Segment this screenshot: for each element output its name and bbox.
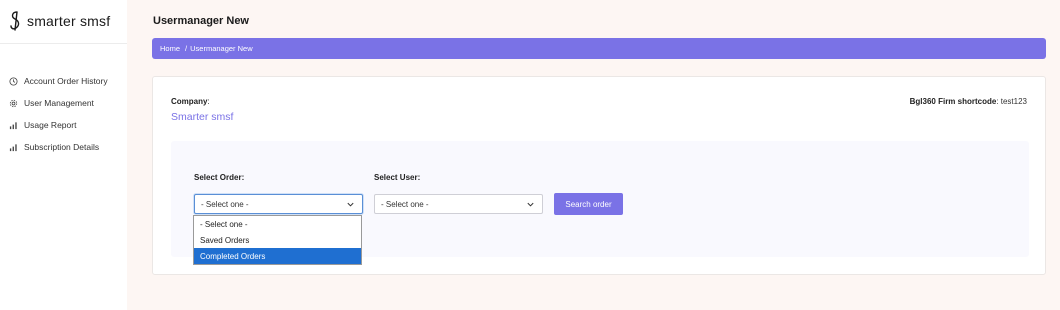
clock-icon	[9, 76, 18, 86]
sidebar-item-label: Usage Report	[24, 120, 77, 130]
chevron-down-icon	[527, 202, 534, 207]
chevron-down-icon	[347, 202, 354, 207]
company-name: Smarter smsf	[171, 111, 234, 123]
sidebar-item-account-order-history[interactable]: Account Order History	[9, 70, 108, 92]
gear-icon	[9, 99, 18, 107]
breadcrumb: Home / Usermanager New	[152, 38, 1046, 59]
brand-logo[interactable]: smarter smsf	[8, 10, 110, 32]
select-user-value: - Select one -	[381, 199, 429, 209]
select-user-label: Select User:	[374, 173, 421, 182]
dropdown-option-completed-orders[interactable]: Completed Orders	[194, 248, 361, 264]
sidebar-item-usage-report[interactable]: Usage Report	[9, 114, 108, 136]
select-user-dropdown[interactable]: - Select one -	[374, 194, 543, 214]
dropdown-option-select-one[interactable]: - Select one -	[194, 216, 361, 232]
search-order-button[interactable]: Search order	[554, 193, 623, 215]
sidebar-item-label: User Management	[24, 98, 94, 108]
sidebar-item-subscription-details[interactable]: Subscription Details	[9, 136, 108, 158]
bar-chart-icon	[9, 143, 17, 151]
breadcrumb-home-link[interactable]: Home	[160, 44, 180, 53]
breadcrumb-current: Usermanager New	[190, 44, 253, 53]
brand-name: smarter smsf	[27, 13, 111, 29]
sidebar-item-user-management[interactable]: User Management	[9, 92, 108, 114]
firm-shortcode: Bgl360 Firm shortcode: test123	[910, 97, 1027, 106]
firm-shortcode-label: Bgl360 Firm shortcode	[909, 97, 997, 106]
company-label-colon: :	[207, 97, 210, 106]
sidebar: smarter smsf Account Order History User …	[0, 0, 127, 310]
logo-mark-icon	[10, 11, 20, 31]
company-label-text: Company	[171, 97, 208, 106]
breadcrumb-separator: /	[185, 44, 188, 53]
select-order-label: Select Order:	[194, 173, 245, 182]
select-order-dropdown[interactable]: - Select one -	[194, 194, 363, 214]
page-title: Usermanager New	[153, 15, 249, 27]
company-label: Company:	[171, 97, 210, 106]
sidebar-item-label: Account Order History	[24, 76, 108, 86]
bar-chart-icon	[9, 121, 17, 129]
select-order-value: - Select one -	[201, 199, 249, 209]
sidebar-divider	[0, 43, 127, 44]
sidebar-item-label: Subscription Details	[24, 142, 100, 152]
select-order-options-list: - Select one - Saved Orders Completed Or…	[193, 215, 362, 265]
firm-shortcode-value: : test123	[996, 97, 1027, 106]
dropdown-option-saved-orders[interactable]: Saved Orders	[194, 232, 361, 248]
sidebar-nav: Account Order History User Management Us…	[9, 70, 108, 158]
